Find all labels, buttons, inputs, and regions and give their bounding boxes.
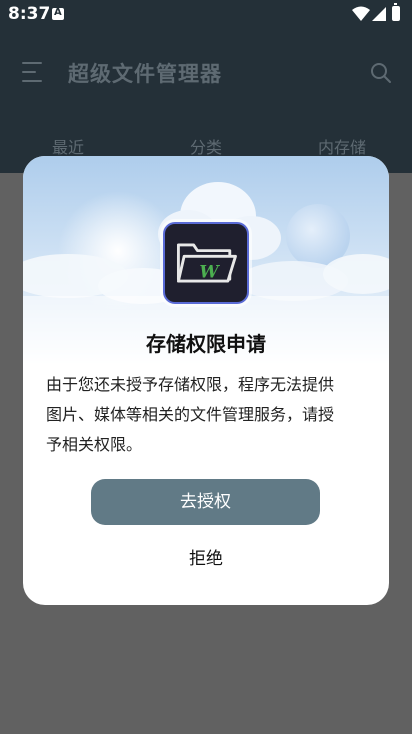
- dialog-message-line: 予相关权限。: [46, 435, 143, 454]
- svg-text:W: W: [199, 262, 220, 282]
- tab-internal-storage[interactable]: 内存储: [318, 134, 366, 158]
- menu-icon[interactable]: [22, 62, 46, 84]
- grant-permission-button[interactable]: 去授权: [91, 479, 320, 525]
- tab-category[interactable]: 分类: [190, 134, 222, 158]
- tab-recent[interactable]: 最近: [52, 134, 84, 158]
- signal-icon: [372, 7, 386, 21]
- app-header: 超级文件管理器 最近 分类 内存储: [0, 28, 412, 173]
- notification-a-icon: [52, 7, 64, 20]
- search-icon[interactable]: [370, 62, 392, 84]
- status-time: 8:37: [8, 4, 51, 24]
- battery-icon: [392, 3, 400, 21]
- app-logo-icon: W: [163, 222, 249, 304]
- dialog-title: 存储权限申请: [146, 332, 266, 356]
- dialog-message-line: 由于您还未授予存储权限，程序无法提供: [46, 375, 335, 394]
- dialog-message: 由于您还未授予存储权限，程序无法提供 图片、媒体等相关的文件管理服务，请授 予相…: [46, 370, 366, 460]
- app-title: 超级文件管理器: [68, 62, 222, 86]
- dialog-message-line: 图片、媒体等相关的文件管理服务，请授: [46, 405, 335, 424]
- permission-dialog: W 存储权限申请 由于您还未授予存储权限，程序无法提供 图片、媒体等相关的文件管…: [23, 156, 389, 605]
- deny-button[interactable]: 拒绝: [156, 541, 256, 577]
- wifi-icon: [352, 6, 370, 21]
- status-bar: 8:37: [0, 0, 412, 28]
